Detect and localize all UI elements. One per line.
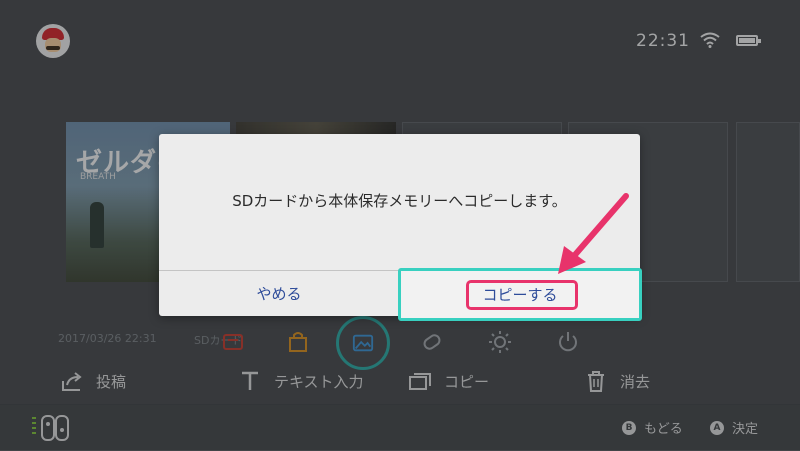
annotation-highlight-box — [466, 280, 578, 310]
annotation-arrow-icon — [558, 193, 629, 274]
cancel-button[interactable]: やめる — [159, 271, 399, 316]
